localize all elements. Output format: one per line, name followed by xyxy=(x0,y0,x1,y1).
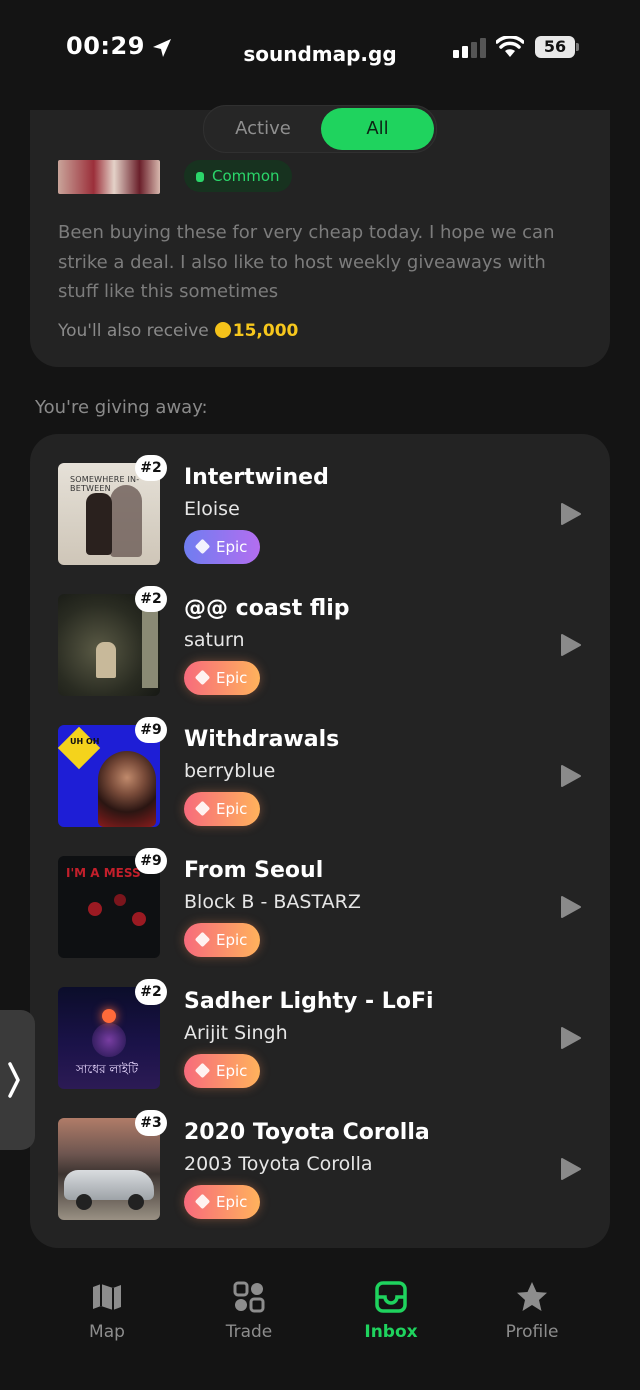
filter-active-tab[interactable]: Active xyxy=(204,106,322,152)
wifi-icon xyxy=(496,36,524,57)
battery-icon: 56 xyxy=(535,36,579,58)
rarity-badge-epic: Epic xyxy=(184,1185,260,1219)
track-item[interactable]: SOMEWHERE IN-BETWEEN #2 Intertwined Eloi… xyxy=(58,455,608,573)
track-title: Intertwined xyxy=(184,465,329,490)
track-item[interactable]: #2 @@ coast flip saturn Epic xyxy=(58,586,608,704)
rarity-label: Epic xyxy=(216,931,248,949)
cover-text: UH OH xyxy=(70,737,100,746)
chevron-right-icon xyxy=(8,1062,20,1098)
track-artist: Eloise xyxy=(184,498,240,520)
rarity-label: Epic xyxy=(216,538,248,556)
filter-all-tab[interactable]: All xyxy=(321,108,434,150)
side-drawer-handle[interactable] xyxy=(0,1010,35,1150)
tab-label: Inbox xyxy=(364,1322,418,1342)
track-title: From Seoul xyxy=(184,858,324,883)
track-rank-badge: #2 xyxy=(135,455,167,481)
track-item[interactable]: #3 2020 Toyota Corolla 2003 Toyota Corol… xyxy=(58,1110,608,1228)
rarity-label: Epic xyxy=(216,669,248,687)
diamond-icon xyxy=(194,931,211,948)
tab-label: Trade xyxy=(225,1322,273,1342)
diamond-icon xyxy=(194,538,211,555)
track-artist: Block B - BASTARZ xyxy=(184,891,361,913)
track-title: 2020 Toyota Corolla xyxy=(184,1120,430,1145)
track-artist: saturn xyxy=(184,629,245,651)
track-title: Withdrawals xyxy=(184,727,340,752)
track-artist: berryblue xyxy=(184,760,276,782)
rarity-label: Epic xyxy=(216,1062,248,1080)
rarity-badge-epic: Epic xyxy=(184,792,260,826)
track-title: @@ coast flip xyxy=(184,596,350,621)
rarity-label: Epic xyxy=(216,800,248,818)
giving-away-heading: You're giving away: xyxy=(35,397,208,418)
coin-amount: 15,000 xyxy=(232,321,299,341)
rarity-badge-epic: Epic xyxy=(184,1054,260,1088)
play-icon[interactable] xyxy=(558,895,582,919)
diamond-icon xyxy=(194,800,211,817)
tab-trade[interactable]: Trade xyxy=(189,1280,309,1342)
status-bar: 00:29 soundmap.gg 56 xyxy=(0,0,640,100)
tab-label: Profile xyxy=(505,1322,559,1342)
star-icon xyxy=(517,1282,547,1311)
diamond-icon xyxy=(194,1193,211,1210)
receive-prefix: You'll also receive xyxy=(58,321,209,341)
gem-icon xyxy=(196,172,204,182)
track-rank-badge: #2 xyxy=(135,979,167,1005)
track-rank-badge: #2 xyxy=(135,586,167,612)
giving-away-list: SOMEWHERE IN-BETWEEN #2 Intertwined Eloi… xyxy=(30,434,610,1248)
rarity-label: Common xyxy=(212,167,280,185)
play-icon[interactable] xyxy=(558,633,582,657)
diamond-icon xyxy=(194,669,211,686)
bottom-tab-bar: Map Trade Inbox Profile xyxy=(0,1262,640,1390)
inbox-icon xyxy=(375,1281,407,1313)
track-rank-badge: #9 xyxy=(135,848,167,874)
battery-level: 56 xyxy=(535,36,575,58)
track-rank-badge: #3 xyxy=(135,1110,167,1136)
cover-text: I'M A MESS xyxy=(66,866,141,880)
track-item[interactable]: সাধের লাইটি #2 Sadher Lighty - LoFi Arij… xyxy=(58,979,608,1097)
map-icon xyxy=(93,1284,121,1310)
play-icon[interactable] xyxy=(558,764,582,788)
tab-label: Map xyxy=(89,1322,125,1342)
filter-segmented-control: Active All xyxy=(203,105,437,153)
track-artist: 2003 Toyota Corolla xyxy=(184,1153,373,1175)
track-rank-badge: #9 xyxy=(135,717,167,743)
play-icon[interactable] xyxy=(558,1157,582,1181)
receive-line: You'll also receive 15,000 xyxy=(58,321,298,341)
track-item[interactable]: I'M A MESS #9 From Seoul Block B - BASTA… xyxy=(58,848,608,966)
rarity-badge-epic: Epic xyxy=(184,661,260,695)
coin-icon xyxy=(214,322,231,338)
cover-text: সাধের লাইটি xyxy=(76,1062,139,1076)
trade-icon xyxy=(233,1281,265,1313)
tab-profile[interactable]: Profile xyxy=(472,1280,592,1342)
play-icon[interactable] xyxy=(558,502,582,526)
rarity-badge-epic: Epic xyxy=(184,530,260,564)
play-icon[interactable] xyxy=(558,1026,582,1050)
rarity-label: Epic xyxy=(216,1193,248,1211)
rarity-badge-common: Common xyxy=(184,160,292,192)
diamond-icon xyxy=(194,1062,211,1079)
offer-cover-art[interactable] xyxy=(58,160,160,194)
track-title: Sadher Lighty - LoFi xyxy=(184,989,434,1014)
cellular-signal-icon xyxy=(453,38,486,58)
rarity-badge-epic: Epic xyxy=(184,923,260,957)
track-artist: Arijit Singh xyxy=(184,1022,288,1044)
tab-map[interactable]: Map xyxy=(47,1280,167,1342)
track-item[interactable]: UH OH #9 Withdrawals berryblue Epic xyxy=(58,717,608,835)
tab-inbox[interactable]: Inbox xyxy=(331,1280,451,1342)
offer-message: Been buying these for very cheap today. … xyxy=(58,222,555,302)
